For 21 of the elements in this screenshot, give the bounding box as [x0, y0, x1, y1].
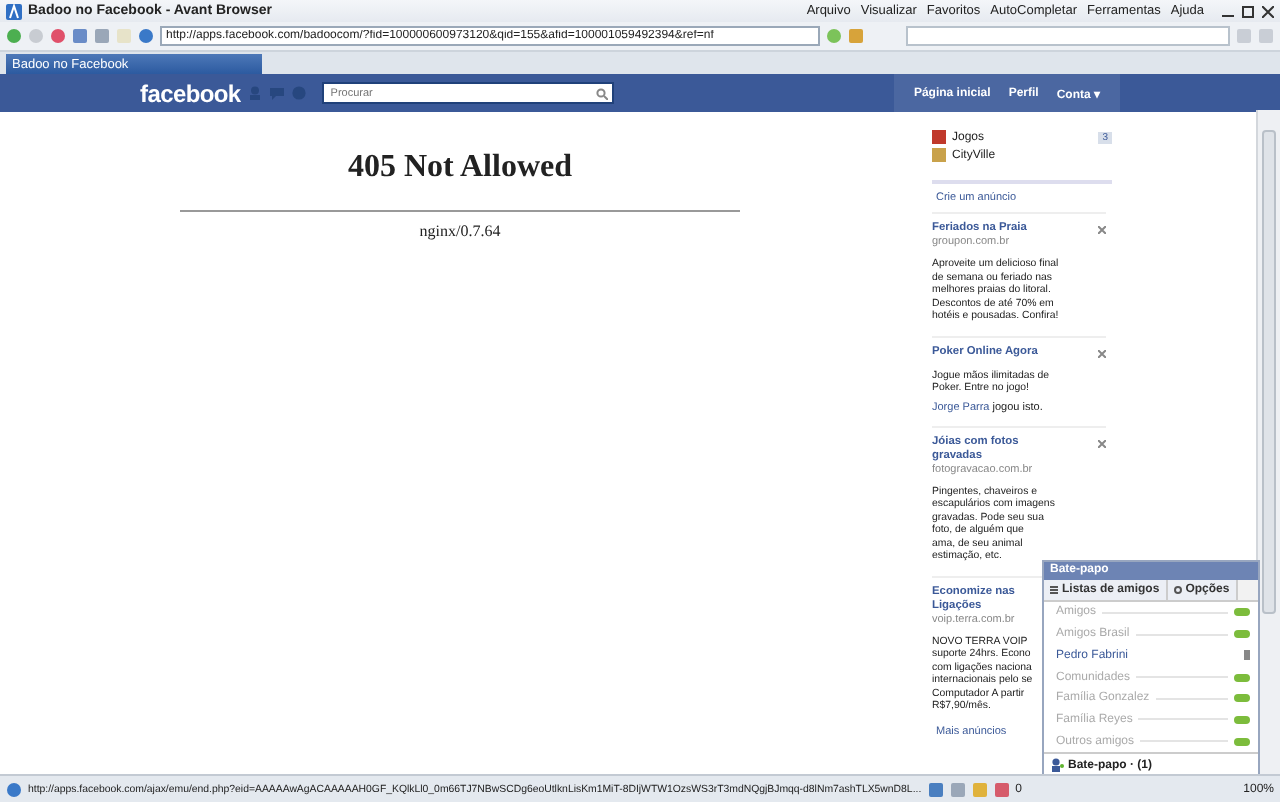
online-icon [1050, 758, 1064, 773]
messages-icon[interactable] [270, 86, 285, 100]
toggle-switch[interactable] [1234, 630, 1250, 639]
toggle-switch[interactable] [1234, 608, 1250, 617]
list-icon [1050, 585, 1058, 594]
friends-icon[interactable] [248, 86, 263, 100]
facebook-logo[interactable]: facebook [140, 79, 241, 107]
search-field[interactable] [906, 26, 1230, 46]
scrollbar[interactable] [1256, 110, 1280, 776]
maximize-icon[interactable] [1242, 5, 1254, 17]
toggle-switch[interactable] [1234, 715, 1250, 724]
mobile-icon [1244, 650, 1250, 661]
toggle-switch[interactable] [1234, 694, 1250, 703]
server-version: nginx/0.7.64 [419, 222, 501, 240]
error-heading: 405 Not Allowed [348, 150, 572, 186]
settings-icon [1173, 585, 1182, 594]
toggle-switch[interactable] [1234, 737, 1250, 746]
toggle-switch[interactable] [1234, 673, 1250, 682]
close-icon[interactable] [1262, 5, 1274, 17]
search-icon[interactable] [596, 87, 609, 99]
browser-logo-icon [6, 3, 22, 19]
